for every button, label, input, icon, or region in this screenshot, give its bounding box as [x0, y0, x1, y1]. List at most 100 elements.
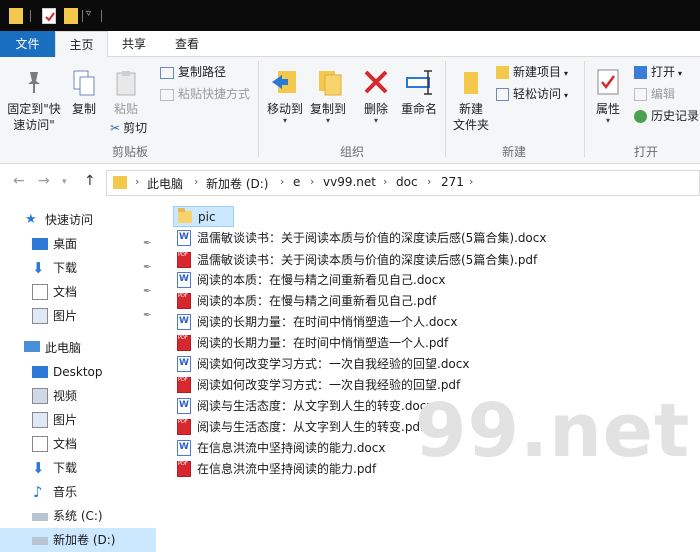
nav-label: 视频 [53, 389, 78, 403]
desktop-icon [32, 238, 48, 250]
properties-button[interactable]: 属性 ▾ [590, 67, 626, 125]
file-name: 温儒敏谈读书：关于阅读本质与价值的深度读后感(5篇合集).pdf [197, 253, 538, 267]
edit-button[interactable]: 编辑 [634, 85, 675, 103]
chevron-down-icon: ▾ [564, 91, 569, 100]
pictures-icon [32, 412, 48, 428]
pin-icon[interactable]: ✒ [143, 280, 151, 304]
file-name: 阅读的长期力量：在时间中悄悄塑造一个人.docx [197, 315, 458, 329]
nav-item-drive-c[interactable]: 系统 (C:) [0, 504, 156, 528]
chevron-down-icon: ▾ [564, 69, 569, 78]
edit-label: 编辑 [651, 87, 676, 101]
new-item-button[interactable]: 新建项目 ▾ [496, 63, 568, 83]
tab-share[interactable]: 共享 [112, 31, 156, 57]
nav-item-downloads-quick[interactable]: ⬇ 下载 ✒ [0, 256, 156, 280]
chevron-down-icon: ▾ [678, 69, 683, 78]
documents-icon [32, 436, 48, 452]
chevron-down-icon: ▾ [605, 116, 610, 125]
nav-label: 快速访问 [45, 213, 94, 227]
back-arrow-icon[interactable]: ← [13, 173, 25, 189]
address-bar[interactable]: › 此电脑 › 新加卷 (D:) › e › vv99.net › doc › … [106, 170, 700, 196]
list-item-folder[interactable]: pic [173, 206, 234, 227]
nav-item-music[interactable]: ♪ 音乐 [0, 480, 156, 504]
chevron-right-icon[interactable]: › [310, 175, 314, 188]
paste-shortcut-button[interactable]: 粘贴快捷方式 [160, 85, 250, 103]
chevron-right-icon[interactable]: › [427, 175, 431, 188]
title-bar: ▿ [0, 0, 700, 31]
folder-icon[interactable] [9, 8, 23, 24]
paste-button[interactable]: 粘贴 [108, 69, 144, 117]
easy-access-button[interactable]: 轻松访问 ▾ [496, 85, 568, 105]
star-icon: ★ [25, 212, 37, 227]
nav-item-pictures-quick[interactable]: 图片 ✒ [0, 304, 156, 328]
cut-button[interactable]: ✂ 剪切 [110, 119, 147, 137]
nav-label: 图片 [53, 413, 78, 427]
chevron-right-icon[interactable]: › [383, 175, 387, 188]
copy-button[interactable]: 复制 [67, 69, 101, 117]
forward-arrow-icon[interactable]: → [38, 173, 50, 189]
properties-icon [597, 69, 619, 95]
new-folder-button[interactable]: 新建 文件夹 [450, 67, 492, 133]
folder-icon [178, 208, 192, 223]
copy-to-button[interactable]: 复制到 ▾ [307, 67, 349, 125]
nav-item-desktop[interactable]: Desktop [0, 360, 156, 384]
chevron-right-icon[interactable]: › [469, 175, 473, 188]
breadcrumb-271[interactable]: 271 [441, 175, 464, 189]
copy-label: 复制 [71, 102, 96, 116]
chevron-right-icon[interactable]: › [135, 175, 139, 188]
breadcrumb-doc[interactable]: doc [396, 175, 418, 189]
edit-icon [634, 88, 647, 101]
cut-label: 剪切 [123, 121, 148, 135]
nav-this-pc[interactable]: 此电脑 [0, 336, 156, 360]
up-arrow-icon[interactable]: ↑ [84, 173, 96, 189]
nav-label: 下载 [53, 461, 78, 475]
nav-label: 系统 (C:) [53, 509, 103, 523]
chevron-down-icon: ▾ [373, 116, 378, 125]
open-button[interactable]: 打开 ▾ [634, 63, 682, 83]
paste-shortcut-label: 粘贴快捷方式 [178, 87, 251, 101]
move-to-icon [272, 71, 296, 93]
nav-item-pictures[interactable]: 图片 [0, 408, 156, 432]
nav-quick-access[interactable]: ★ 快速访问 [0, 208, 156, 232]
chevron-right-icon[interactable]: › [280, 175, 284, 188]
customize-toolbar-icon[interactable]: ▿ [86, 8, 91, 19]
paste-icon [116, 71, 136, 96]
breadcrumb-drive-d[interactable]: 新加卷 (D:) [206, 175, 268, 192]
pin-quick-access-button[interactable]: 固定到"快 速访问" [4, 69, 64, 133]
watermark: 99.net [415, 388, 691, 474]
copy-path-button[interactable]: 复制路径 [160, 63, 226, 81]
tab-file[interactable]: 文件 [0, 31, 55, 57]
nav-item-drive-d[interactable]: 新加卷 (D:) [0, 528, 156, 552]
nav-item-documents-quick[interactable]: 文档 ✒ [0, 280, 156, 304]
delete-button[interactable]: 删除 ▾ [358, 67, 394, 125]
easy-access-icon [496, 88, 509, 101]
nav-label: 文档 [53, 285, 78, 299]
new-folder-icon [464, 72, 478, 94]
breadcrumb-this-pc[interactable]: 此电脑 [147, 175, 183, 192]
breadcrumb-vv99[interactable]: vv99.net [323, 175, 376, 189]
rename-label: 重命名 [400, 102, 437, 116]
recent-locations-chevron-icon[interactable]: ▾ [62, 177, 67, 187]
move-to-button[interactable]: 移动到 ▾ [264, 67, 306, 125]
copy-icon [73, 70, 95, 96]
pin-icon[interactable]: ✒ [143, 256, 151, 280]
pin-icon[interactable]: ✒ [143, 232, 151, 256]
nav-item-downloads[interactable]: ⬇ 下载 [0, 456, 156, 480]
pin-icon[interactable]: ✒ [143, 304, 151, 328]
nav-label: 图片 [53, 309, 78, 323]
tab-view[interactable]: 查看 [165, 31, 209, 57]
history-button[interactable]: 历史记录 [634, 107, 699, 125]
chevron-right-icon[interactable]: › [194, 175, 198, 188]
new-folder-icon[interactable] [64, 8, 78, 24]
rename-button[interactable]: 重命名 [398, 67, 440, 117]
nav-item-videos[interactable]: 视频 [0, 384, 156, 408]
divider [30, 10, 31, 22]
nav-item-documents[interactable]: 文档 [0, 432, 156, 456]
tab-home[interactable]: 主页 [55, 31, 108, 58]
properties-icon[interactable] [42, 8, 56, 24]
move-to-label: 移动到 [266, 102, 303, 116]
copy-to-label: 复制到 [309, 102, 346, 116]
documents-icon [32, 284, 48, 300]
breadcrumb-e[interactable]: e [293, 175, 300, 189]
file-name: 在信息洪流中坚持阅读的能力.docx [197, 441, 386, 455]
nav-item-desktop-quick[interactable]: 桌面 ✒ [0, 232, 156, 256]
